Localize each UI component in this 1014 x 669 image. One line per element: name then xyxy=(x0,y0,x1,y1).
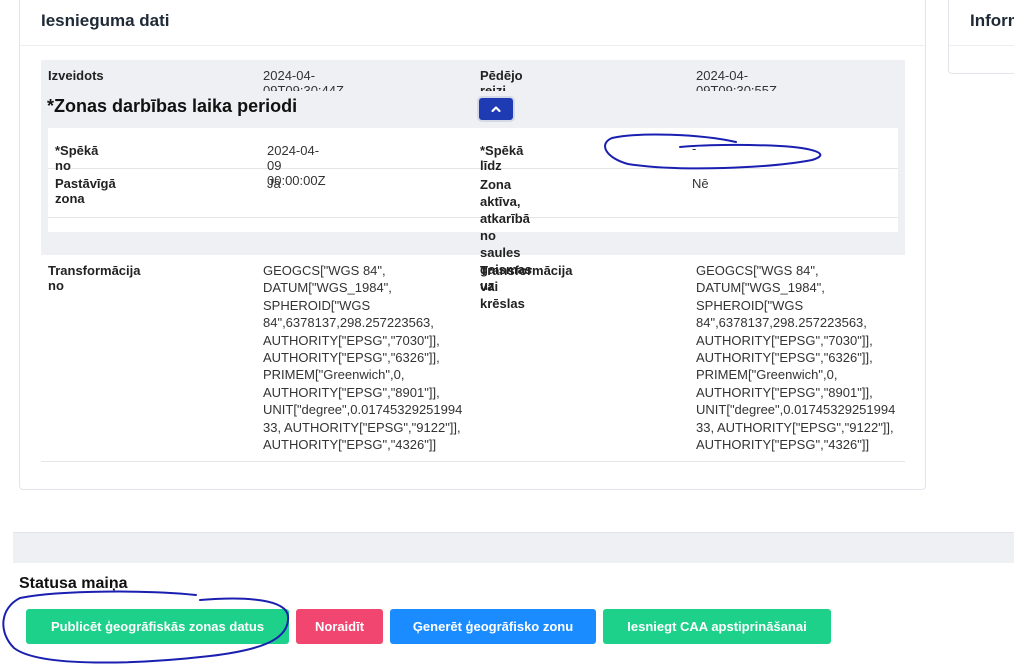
wkt-line: 33, AUTHORITY["EPSG","9122"]], xyxy=(263,419,461,435)
wkt-line: UNIT["degree",0.01745329251994 xyxy=(696,402,896,418)
zone-row-divider xyxy=(48,168,898,169)
zone-periods-title: *Zonas darbības laika periodi xyxy=(47,96,298,116)
table-bottom-divider xyxy=(41,461,905,462)
wkt-line: SPHEROID["WGS xyxy=(696,297,804,313)
permanent-zone-label: Pastāvīgā zona xyxy=(55,176,116,206)
section-separator-band xyxy=(13,532,1014,563)
wkt-line: AUTHORITY["EPSG","8901"]], xyxy=(263,384,440,400)
wkt-line: 84",6378137,298.257223563, xyxy=(696,315,867,331)
info-side-card: Inform xyxy=(948,0,1014,74)
transform-to-label: Transformācija uz xyxy=(480,263,573,293)
valid-to-label: *Spēkā līdz xyxy=(480,143,524,173)
side-card-divider xyxy=(949,45,1014,46)
wkt-line: GEOGCS["WGS 84", xyxy=(263,263,386,278)
submit-to-caa-button[interactable]: Iesniegt CAA apstiprināšanai xyxy=(603,609,831,644)
wkt-line: DATUM["WGS_1984", xyxy=(263,280,392,296)
status-change-title: Statusa maiņa xyxy=(19,575,128,592)
publish-geo-zone-button[interactable]: Publicēt ģeogrāfiskās zonas datus xyxy=(26,609,289,644)
wkt-line: AUTHORITY["EPSG","4326"]] xyxy=(263,437,437,453)
card-divider xyxy=(20,45,925,46)
wkt-line: UNIT["degree",0.01745329251994 xyxy=(263,402,463,418)
wkt-line: PRIMEM["Greenwich",0, xyxy=(263,367,405,383)
wkt-line: AUTHORITY["EPSG","4326"]] xyxy=(696,437,870,453)
wkt-line: AUTHORITY["EPSG","7030"]], xyxy=(696,332,873,348)
valid-from-label: *Spēkā no xyxy=(55,143,99,173)
permanent-zone-value: Jā xyxy=(267,176,281,191)
wkt-line: 84",6378137,298.257223563, xyxy=(263,315,434,331)
wkt-line: DATUM["WGS_1984", xyxy=(696,280,825,296)
generate-geo-zone-button[interactable]: Ģenerēt ģeogrāfisko zonu xyxy=(390,609,596,644)
collapse-button[interactable] xyxy=(479,98,513,120)
daylight-zone-label-line1: Zona aktīva, atkarībā no saules xyxy=(480,177,530,260)
wkt-line: PRIMEM["Greenwich",0, xyxy=(696,367,838,383)
transform-from-value: GEOGCS["WGS 84", DATUM["WGS_1984", SPHER… xyxy=(263,262,462,453)
chevron-up-icon xyxy=(491,106,501,113)
wkt-line: AUTHORITY["EPSG","6326"]], xyxy=(696,350,873,366)
wkt-line: 33, AUTHORITY["EPSG","9122"]], xyxy=(696,419,894,435)
created-label: Izveidots xyxy=(48,68,104,83)
reject-button[interactable]: Noraidīt xyxy=(296,609,383,644)
card-title: Iesnieguma dati xyxy=(41,11,170,30)
side-card-title: Inform xyxy=(970,11,1014,30)
wkt-line: AUTHORITY["EPSG","7030"]], xyxy=(263,332,440,348)
transform-to-value: GEOGCS["WGS 84", DATUM["WGS_1984", SPHER… xyxy=(696,262,895,453)
valid-to-value: - xyxy=(692,141,697,156)
wkt-line: GEOGCS["WGS 84", xyxy=(696,263,819,278)
wkt-line: AUTHORITY["EPSG","6326"]], xyxy=(263,350,440,366)
daylight-zone-value: Nē xyxy=(692,176,709,191)
transform-from-label: Transformācija no xyxy=(48,263,141,293)
wkt-line: SPHEROID["WGS xyxy=(263,297,371,313)
wkt-line: AUTHORITY["EPSG","8901"]], xyxy=(696,384,873,400)
zone-row-divider xyxy=(48,217,898,218)
